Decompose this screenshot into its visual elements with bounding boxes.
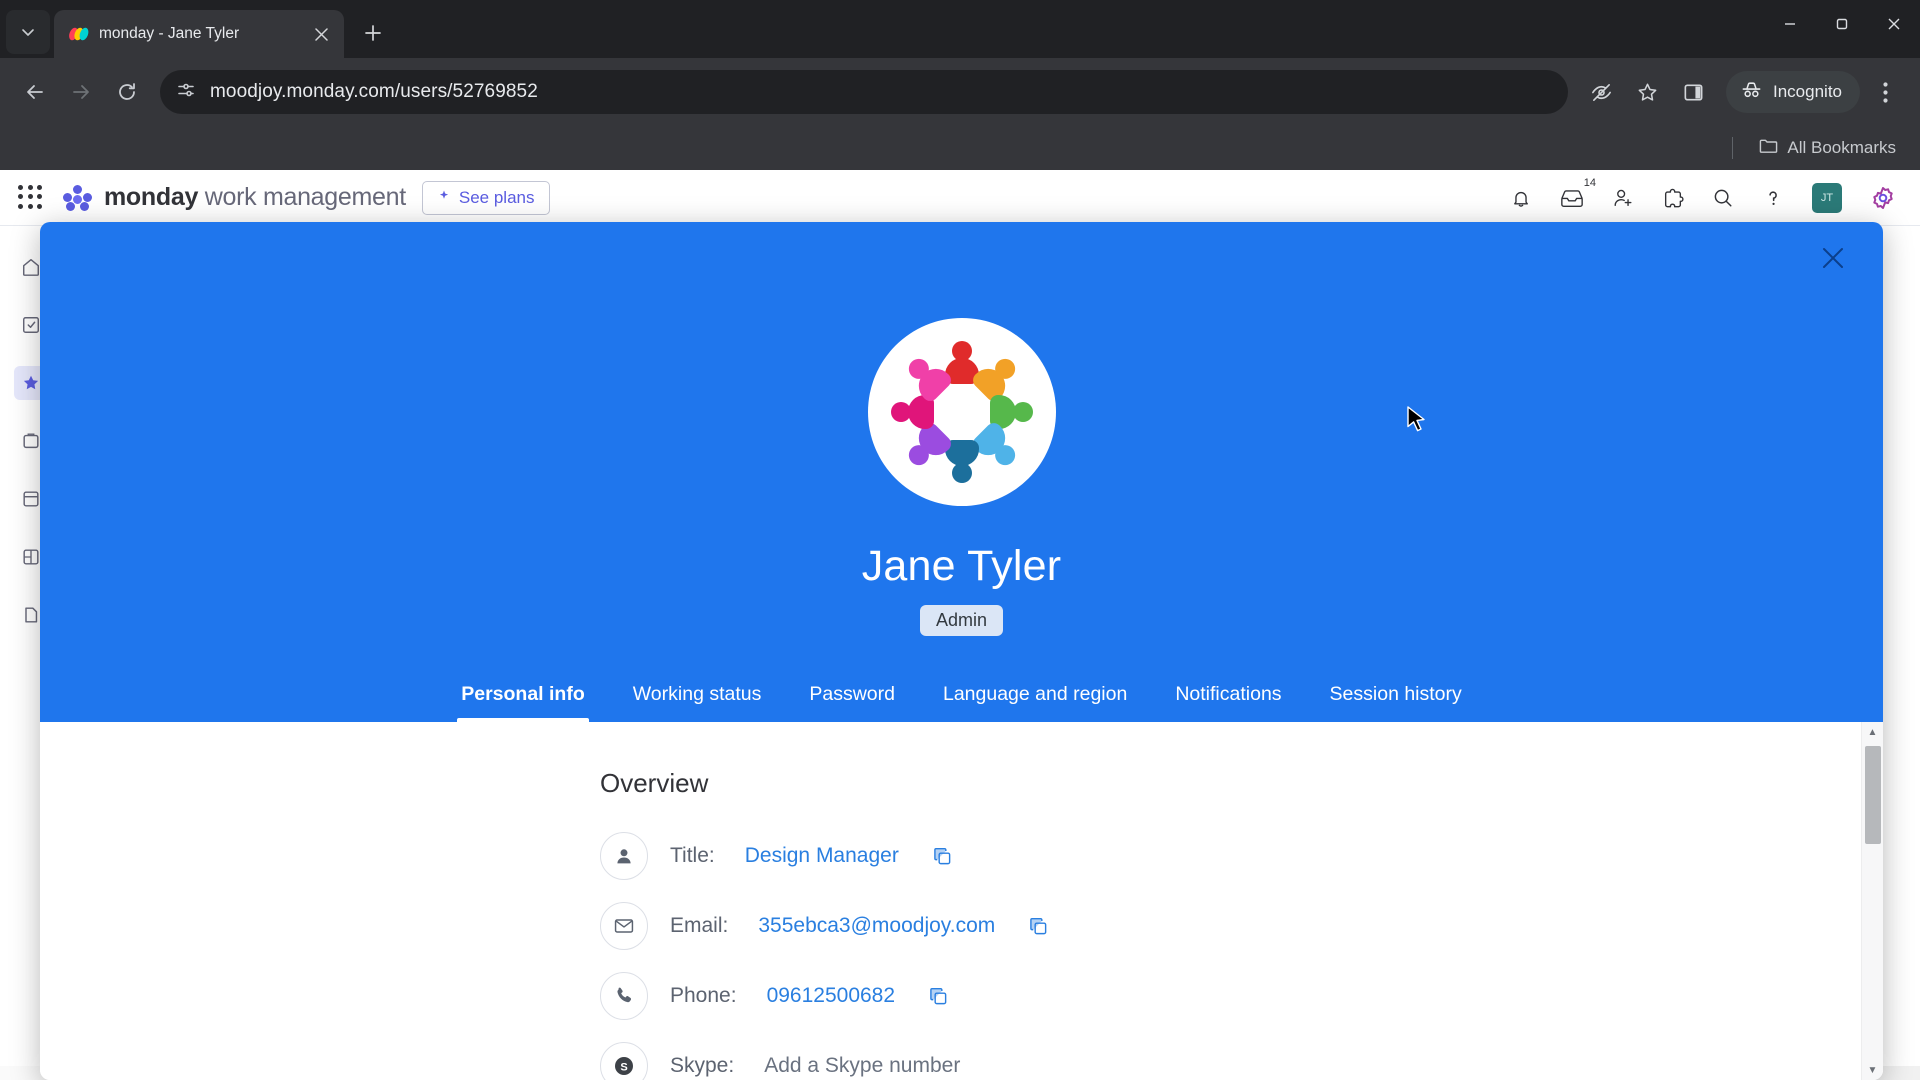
modal-scrollbar[interactable]: ▲ ▼ — [1861, 722, 1883, 1080]
copy-icon[interactable] — [933, 847, 952, 866]
list-item: Phone: 09612500682 — [600, 961, 1883, 1031]
list-item-label: Skype: — [670, 1054, 735, 1077]
section-title: Overview — [600, 768, 709, 798]
list-item-value[interactable]: 355ebca3@moodjoy.com — [758, 914, 995, 938]
skype-icon: S — [600, 1042, 648, 1080]
copy-icon[interactable] — [1029, 917, 1048, 936]
status-badge: Admin — [919, 605, 1004, 636]
tab-session-history[interactable]: Session history — [1326, 673, 1466, 722]
modal-body: Overview Title: Design Manager Email: 35… — [40, 722, 1883, 1080]
list-item-value[interactable]: 09612500682 — [767, 984, 895, 1008]
list-item-value[interactable]: Add a Skype number — [764, 1054, 960, 1078]
tab-working-status[interactable]: Working status — [629, 673, 766, 722]
list-item: Email: 355ebca3@moodjoy.com — [600, 891, 1883, 961]
list-item-label: Phone: — [670, 984, 737, 1007]
tab-password[interactable]: Password — [805, 673, 899, 722]
list-item-label: Title: — [670, 844, 715, 867]
modal-close-button[interactable] — [1813, 238, 1853, 278]
svg-text:S: S — [620, 1062, 627, 1074]
mouse-cursor — [1406, 406, 1428, 436]
modal-tab-bar: Personal info Working status Password La… — [40, 673, 1883, 722]
list-item: S Skype: Add a Skype number — [600, 1031, 1883, 1080]
scrollbar-thumb[interactable] — [1865, 746, 1881, 844]
person-icon — [600, 832, 648, 880]
tab-language-and-region[interactable]: Language and region — [939, 673, 1131, 722]
modal-overlay: Jane Tyler Admin Personal info Working s… — [0, 0, 1920, 1080]
tab-personal-info[interactable]: Personal info — [457, 673, 589, 722]
copy-icon[interactable] — [929, 987, 948, 1006]
user-profile-modal: Jane Tyler Admin Personal info Working s… — [40, 222, 1883, 1080]
caret-down-icon[interactable]: ▼ — [1862, 1060, 1883, 1080]
caret-up-icon[interactable]: ▲ — [1862, 722, 1883, 742]
list-item-value[interactable]: Design Manager — [745, 844, 899, 868]
tab-notifications[interactable]: Notifications — [1171, 673, 1285, 722]
phone-icon — [600, 972, 648, 1020]
close-icon — [1823, 248, 1843, 268]
list-item: Title: Design Manager — [600, 821, 1883, 891]
modal-header: Jane Tyler Admin Personal info Working s… — [40, 222, 1883, 722]
team-circle-avatar — [890, 341, 1033, 483]
avatar[interactable] — [867, 318, 1056, 506]
envelope-icon — [600, 902, 648, 950]
page-title: Jane Tyler — [861, 542, 1062, 590]
list-item-label: Email: — [670, 914, 729, 937]
